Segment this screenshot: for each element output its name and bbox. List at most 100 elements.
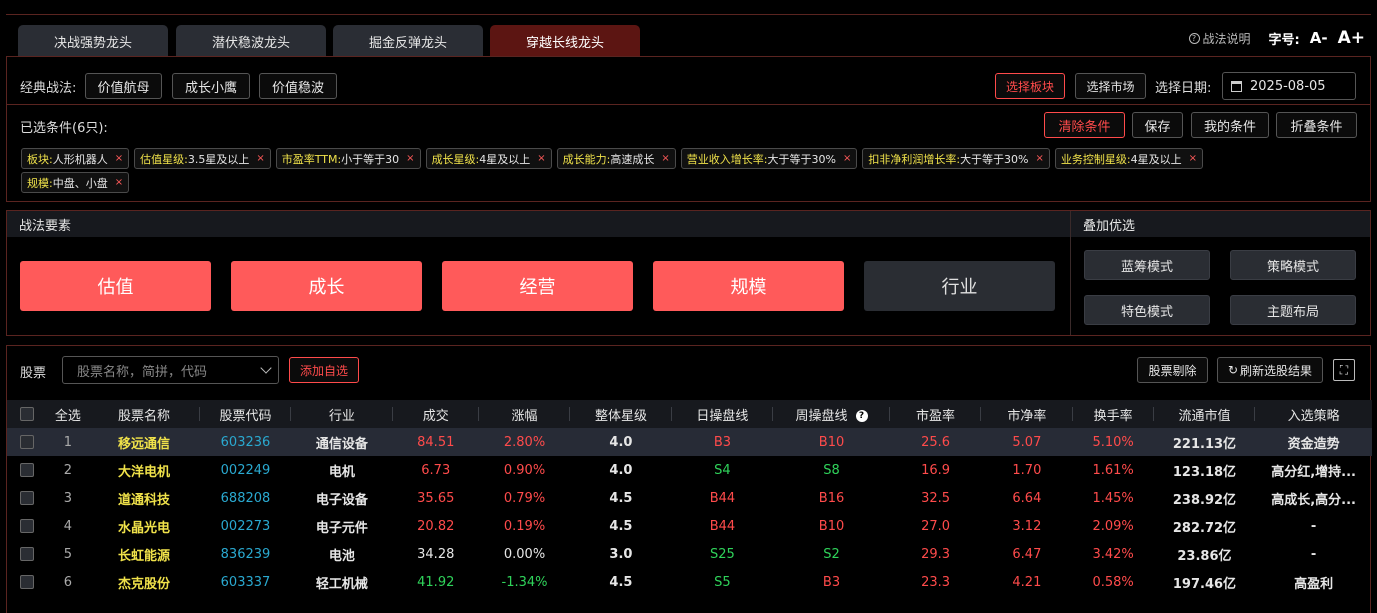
row-checkbox[interactable] bbox=[7, 484, 48, 512]
checkbox[interactable] bbox=[20, 547, 35, 561]
col-code[interactable]: 股票代码 bbox=[199, 400, 292, 428]
classic-growth-eagle-button[interactable]: 成长小鹰 bbox=[172, 73, 250, 99]
table-row[interactable]: 1 移远通信 603236 通信设备 84.51 2.80% 4.0 B3 B10 25.6 5.0… bbox=[7, 428, 1372, 456]
feature-mode-button[interactable]: 特色模式 bbox=[1084, 295, 1210, 325]
stock-table-body: 1 移远通信 603236 通信设备 84.51 2.80% 4.0 B3 B10 25.6 5.0… bbox=[7, 428, 1372, 596]
element-growth-button[interactable]: 成长 bbox=[231, 261, 422, 311]
refresh-results-button[interactable]: ↻ 刷新选股结果 bbox=[1217, 357, 1323, 383]
condition-chip[interactable]: 业务控制星级: 4星及以上 × bbox=[1054, 148, 1204, 169]
condition-chip[interactable]: 成长能力: 高速成长 × bbox=[556, 148, 676, 169]
stock-name[interactable]: 杰克股份 bbox=[88, 568, 200, 596]
col-market-cap[interactable]: 流通市值 bbox=[1153, 400, 1256, 428]
font-decrease-button[interactable]: A- bbox=[1310, 29, 1328, 47]
close-icon[interactable]: × bbox=[115, 177, 123, 188]
checkbox[interactable] bbox=[20, 491, 35, 505]
element-scale-button[interactable]: 规模 bbox=[653, 261, 844, 311]
tab-longterm-leader[interactable]: 穿越长线龙头 bbox=[490, 25, 640, 57]
element-industry-button[interactable]: 行业 bbox=[864, 261, 1055, 311]
row-checkbox[interactable] bbox=[7, 512, 48, 540]
my-conditions-button[interactable]: 我的条件 bbox=[1191, 112, 1269, 138]
col-pb[interactable]: 市净率 bbox=[981, 400, 1073, 428]
stock-code[interactable]: 688208 bbox=[200, 484, 291, 512]
row-checkbox[interactable] bbox=[7, 428, 48, 456]
bluechip-mode-button[interactable]: 蓝筹模式 bbox=[1084, 250, 1210, 280]
table-row[interactable]: 2 大洋电机 002249 电机 6.73 0.90% 4.0 S4 S8 16.9 1.70 1.6… bbox=[7, 456, 1372, 484]
table-row[interactable]: 5 长虹能源 836239 电池 34.28 0.00% 3.0 S25 S2 29.3 6.47 3… bbox=[7, 540, 1372, 568]
fullscreen-icon[interactable]: ⛶ bbox=[1333, 359, 1355, 381]
row-checkbox[interactable] bbox=[7, 456, 48, 484]
date-picker[interactable]: 2025-08-05 bbox=[1222, 72, 1356, 100]
element-valuation-button[interactable]: 估值 bbox=[20, 261, 211, 311]
col-volume[interactable]: 成交 bbox=[392, 400, 480, 428]
checkbox[interactable] bbox=[20, 435, 35, 449]
stock-market-cap: 238.92亿 bbox=[1172, 492, 1237, 508]
stock-code[interactable]: 002273 bbox=[200, 512, 291, 540]
add-watchlist-button[interactable]: 添加自选 bbox=[289, 357, 359, 383]
select-market-button[interactable]: 选择市场 bbox=[1075, 73, 1146, 99]
row-checkbox[interactable] bbox=[7, 568, 48, 596]
condition-chip[interactable]: 扣非净利润增长率: 大于等于30% × bbox=[862, 148, 1050, 169]
close-icon[interactable]: × bbox=[115, 153, 123, 164]
save-conditions-button[interactable]: 保存 bbox=[1132, 112, 1183, 138]
close-icon[interactable]: × bbox=[256, 153, 264, 164]
row-checkbox[interactable] bbox=[7, 540, 48, 568]
condition-chip[interactable]: 板块: 人形机器人 × bbox=[21, 148, 130, 169]
stock-code[interactable]: 836239 bbox=[200, 540, 291, 568]
remove-stock-button[interactable]: 股票剔除 bbox=[1137, 357, 1208, 383]
stock-pb: 3.12 bbox=[1012, 518, 1042, 534]
select-sector-button[interactable]: 选择板块 bbox=[995, 73, 1065, 99]
font-increase-button[interactable]: A+ bbox=[1338, 28, 1365, 48]
close-icon[interactable]: × bbox=[406, 153, 414, 164]
chevron-down-icon[interactable] bbox=[260, 362, 272, 374]
condition-chip[interactable]: 估值星级: 3.5星及以上 × bbox=[134, 148, 271, 169]
stock-code[interactable]: 603236 bbox=[199, 428, 292, 456]
col-name[interactable]: 股票名称 bbox=[88, 400, 200, 428]
stock-code[interactable]: 603337 bbox=[200, 568, 291, 596]
checkbox[interactable] bbox=[20, 463, 35, 477]
tab-rebound-leader[interactable]: 掘金反弹龙头 bbox=[333, 25, 483, 57]
close-icon[interactable]: × bbox=[1189, 153, 1197, 164]
theme-layout-button[interactable]: 主题布局 bbox=[1230, 295, 1356, 325]
stock-name[interactable]: 道通科技 bbox=[88, 484, 200, 512]
col-select-all[interactable]: 全选 bbox=[47, 400, 89, 428]
clear-conditions-button[interactable]: 清除条件 bbox=[1044, 112, 1125, 138]
condition-chip[interactable]: 成长星级: 4星及以上 × bbox=[425, 148, 552, 169]
strategy-help-link[interactable]: ? 战法说明 bbox=[1188, 30, 1251, 47]
close-icon[interactable]: × bbox=[661, 153, 669, 164]
tab-stable-leader[interactable]: 潜伏稳波龙头 bbox=[176, 25, 326, 57]
condition-chip[interactable]: 规模: 中盘、小盘 × bbox=[21, 172, 130, 193]
classic-value-carrier-button[interactable]: 价值航母 bbox=[85, 73, 162, 99]
col-turnover[interactable]: 换手率 bbox=[1072, 400, 1154, 428]
table-row[interactable]: 4 水晶光电 002273 电子元件 20.82 0.19% 4.5 B44 B10 27.0 3.… bbox=[7, 512, 1372, 540]
stock-code[interactable]: 002249 bbox=[200, 456, 291, 484]
table-row[interactable]: 3 道通科技 688208 电子设备 35.65 0.79% 4.5 B44 B16 32.5 6.… bbox=[7, 484, 1372, 512]
stock-name[interactable]: 移远通信 bbox=[88, 428, 200, 456]
col-star[interactable]: 整体星级 bbox=[570, 400, 673, 428]
col-strategy[interactable]: 入选策略 bbox=[1255, 400, 1372, 428]
col-week-line[interactable]: 周操盘线? bbox=[773, 400, 890, 428]
tab-strong-leader[interactable]: 决战强势龙头 bbox=[18, 25, 168, 57]
element-operation-button[interactable]: 经营 bbox=[442, 261, 633, 311]
close-icon[interactable]: × bbox=[1036, 153, 1044, 164]
close-icon[interactable]: × bbox=[843, 153, 851, 164]
stock-name[interactable]: 大洋电机 bbox=[88, 456, 200, 484]
col-change[interactable]: 涨幅 bbox=[478, 400, 571, 428]
checkbox[interactable] bbox=[20, 575, 35, 589]
fold-conditions-button[interactable]: 折叠条件 bbox=[1276, 112, 1357, 138]
checkbox[interactable] bbox=[20, 519, 35, 533]
classic-value-stable-button[interactable]: 价值稳波 bbox=[259, 73, 337, 99]
close-icon[interactable]: × bbox=[537, 153, 545, 164]
strategy-mode-button[interactable]: 策略模式 bbox=[1230, 250, 1356, 280]
condition-chip[interactable]: 市盈率TTM: 小于等于30 × bbox=[275, 148, 421, 169]
condition-chip[interactable]: 营业收入增长率: 大于等于30% × bbox=[680, 148, 858, 169]
select-all-checkbox[interactable] bbox=[7, 400, 48, 428]
col-pe[interactable]: 市盈率 bbox=[889, 400, 982, 428]
question-icon[interactable]: ? bbox=[855, 410, 868, 422]
stock-name[interactable]: 长虹能源 bbox=[88, 540, 200, 568]
col-industry[interactable]: 行业 bbox=[291, 400, 394, 428]
col-day-line[interactable]: 日操盘线 bbox=[671, 400, 774, 428]
row-index: 3 bbox=[63, 490, 73, 506]
table-row[interactable]: 6 杰克股份 603337 轻工机械 41.92 -1.34% 4.5 S5 B3 23.3 4.2… bbox=[7, 568, 1372, 596]
stock-search-input[interactable]: 股票名称，简拼，代码 bbox=[62, 356, 279, 384]
stock-name[interactable]: 水晶光电 bbox=[88, 512, 200, 540]
